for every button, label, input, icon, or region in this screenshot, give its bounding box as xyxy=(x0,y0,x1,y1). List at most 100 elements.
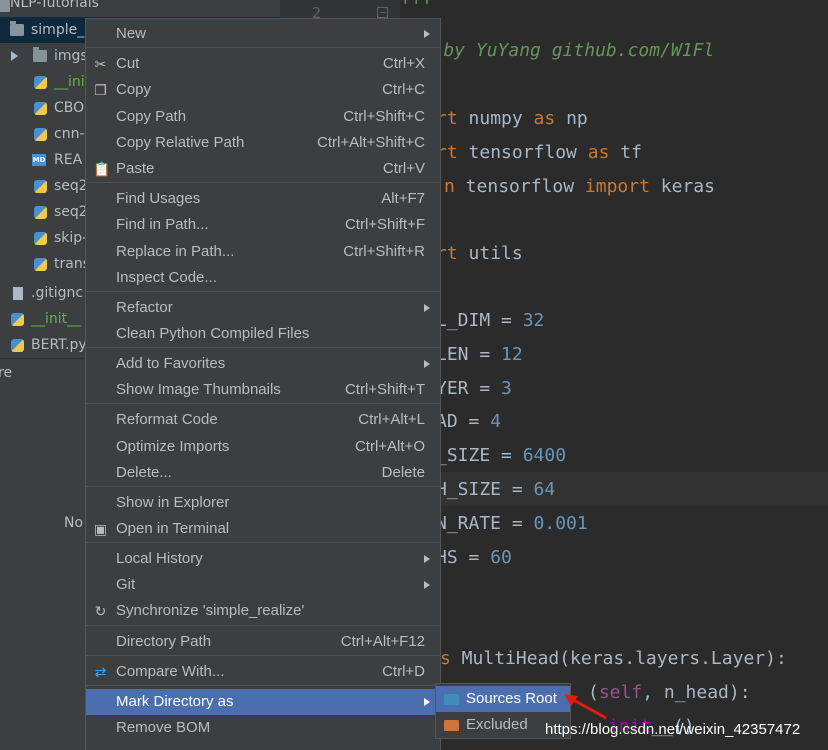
tree-item-label: .gitignc xyxy=(31,285,84,301)
code-line: ted by YuYang github.com/W1Fl xyxy=(400,34,714,68)
code-token: import xyxy=(584,176,650,197)
expand-arrow-icon[interactable] xyxy=(11,51,18,61)
menu-separator xyxy=(86,655,440,656)
menu-item-find-usages[interactable]: Find Usages Alt+F7 xyxy=(86,186,440,212)
menu-separator xyxy=(86,291,440,292)
code-line: n tensorflow import keras xyxy=(444,170,715,204)
code-token: 4 xyxy=(490,411,502,432)
code-line: _SIZE = 6400 xyxy=(436,439,566,473)
menu-item-copy[interactable]: ❐ Copy Ctrl+C xyxy=(86,77,440,103)
menu-item-label: Reformat Code xyxy=(116,411,218,428)
code-token: LEN = xyxy=(436,344,502,365)
menu-item-shortcut: Ctrl+C xyxy=(382,81,425,98)
tree-item-label: cnn- xyxy=(54,126,85,142)
python-file-icon xyxy=(34,128,47,141)
python-file-icon xyxy=(34,180,47,193)
panel-empty-text: No xyxy=(64,515,84,531)
menu-item-new[interactable]: New xyxy=(86,21,440,47)
menu-item-local-history[interactable]: Local History xyxy=(86,546,440,572)
menu-item-optimize-imports[interactable]: Optimize Imports Ctrl+Alt+O xyxy=(86,434,440,460)
code-token: as xyxy=(533,108,556,129)
menu-item-shortcut: Ctrl+V xyxy=(382,160,425,177)
menu-item-label: Git xyxy=(116,576,136,593)
menu-item-find-in-path[interactable]: Find in Path... Ctrl+Shift+F xyxy=(86,212,440,238)
menu-item-label: Replace in Path... xyxy=(116,243,235,260)
watermark: https://blog.csdn.net/weixin_42357472 xyxy=(545,721,801,738)
menu-item-clean-python-compiled-files[interactable]: Clean Python Compiled Files xyxy=(86,321,440,347)
menu-item-cut[interactable]: ✂ Cut Ctrl+X xyxy=(86,51,440,77)
arrow-shaft xyxy=(569,696,607,720)
menu-item-label: Open in Terminal xyxy=(116,520,230,537)
menu-item-inspect-code[interactable]: Inspect Code... xyxy=(86,265,440,291)
menu-item-shortcut: Ctrl+Shift+R xyxy=(343,243,425,260)
folder-icon xyxy=(10,21,24,36)
menu-item-shortcut: Ctrl+Alt+Shift+C xyxy=(317,134,425,151)
code-token: N_RATE = xyxy=(436,513,534,534)
sync-icon: ↻ xyxy=(94,603,107,619)
menu-item-label: Local History xyxy=(116,550,203,567)
menu-item-directory-path[interactable]: Directory Path Ctrl+Alt+F12 xyxy=(86,629,440,655)
folder-icon xyxy=(33,47,47,62)
menu-separator xyxy=(86,182,440,183)
copy-icon: ❐ xyxy=(94,82,107,98)
submenu-arrow-icon xyxy=(424,581,430,589)
menu-item-copy-relative-path[interactable]: Copy Relative Path Ctrl+Alt+Shift+C xyxy=(86,130,440,156)
menu-item-label: Refactor xyxy=(116,299,173,316)
menu-item-open-in-terminal[interactable]: ▣ Open in Terminal xyxy=(86,516,440,542)
menu-item-reformat-code[interactable]: Reformat Code Ctrl+Alt+L xyxy=(86,407,440,433)
tree-root[interactable]: NLP-Tutorials xyxy=(0,0,280,16)
menu-item-label: Paste xyxy=(116,160,155,177)
code-token: AD = xyxy=(436,411,491,432)
submenu-arrow-icon xyxy=(424,304,430,312)
menu-item-add-to-favorites[interactable]: Add to Favorites xyxy=(86,351,440,377)
scissors-icon: ✂ xyxy=(94,56,107,72)
menu-item-synchronize-simple-realize[interactable]: ↻ Synchronize 'simple_realize' xyxy=(86,598,440,624)
menu-separator xyxy=(86,486,440,487)
menu-item-compare-with[interactable]: ⇄ Compare With... Ctrl+D xyxy=(86,659,440,685)
tree-item-label: seq2 xyxy=(54,178,88,194)
menu-item-delete[interactable]: Delete... Delete xyxy=(86,460,440,486)
menu-item-show-in-explorer[interactable]: Show in Explorer xyxy=(86,490,440,516)
code-token: tf xyxy=(609,142,642,163)
tree-root-label: NLP-Tutorials xyxy=(10,0,99,11)
code-line: L_DIM = 32 xyxy=(436,304,544,338)
menu-item-shortcut: Ctrl+Shift+F xyxy=(344,216,425,233)
python-file-icon xyxy=(11,339,24,352)
code-editor[interactable]: ''' ted by YuYang github.com/W1Fl rt numpy… xyxy=(400,0,828,750)
panel-title: re xyxy=(0,365,13,381)
submenu-item-sources-root[interactable]: Sources Root xyxy=(436,686,570,712)
menu-item-refactor[interactable]: Refactor xyxy=(86,295,440,321)
menu-item-copy-path[interactable]: Copy Path Ctrl+Shift+C xyxy=(86,104,440,130)
menu-item-replace-in-path[interactable]: Replace in Path... Ctrl+Shift+R xyxy=(86,239,440,265)
tree-item-label: skip- xyxy=(54,230,88,246)
menu-item-git[interactable]: Git xyxy=(86,572,440,598)
menu-item-label: Remove BOM xyxy=(116,719,211,736)
menu-separator xyxy=(86,685,440,686)
python-file-icon xyxy=(34,206,47,219)
menu-item-shortcut: Ctrl+D xyxy=(382,663,425,680)
menu-separator xyxy=(86,625,440,626)
code-token: ''' xyxy=(400,0,433,17)
code-token: H_SIZE = xyxy=(436,479,534,500)
menu-item-remove-bom[interactable]: Remove BOM xyxy=(86,715,440,741)
python-file-icon xyxy=(34,76,47,89)
menu-item-label: New xyxy=(116,25,147,42)
code-token: , n_head): xyxy=(642,682,751,703)
code-token: 12 xyxy=(501,344,523,365)
tree-item-label: simple_ xyxy=(31,22,85,38)
code-token: YER = xyxy=(436,378,502,399)
code-token: tensorflow xyxy=(457,142,588,163)
menu-item-mark-directory-as[interactable]: Mark Directory as xyxy=(86,689,440,715)
folder-icon xyxy=(444,720,459,731)
python-file-icon xyxy=(34,258,47,271)
terminal-icon: ▣ xyxy=(93,521,108,537)
fold-icon[interactable] xyxy=(377,7,388,18)
menu-item-show-image-thumbnails[interactable]: Show Image Thumbnails Ctrl+Shift+T xyxy=(86,377,440,403)
code-token: 32 xyxy=(522,310,545,331)
red-arrow-annotation xyxy=(564,694,607,720)
menu-item-paste[interactable]: 📋 Paste Ctrl+V xyxy=(86,156,440,182)
menu-item-shortcut: Ctrl+Alt+F12 xyxy=(340,633,425,650)
compare-icon: ⇄ xyxy=(94,664,107,680)
code-token: np xyxy=(555,108,588,129)
menu-separator xyxy=(86,403,440,404)
